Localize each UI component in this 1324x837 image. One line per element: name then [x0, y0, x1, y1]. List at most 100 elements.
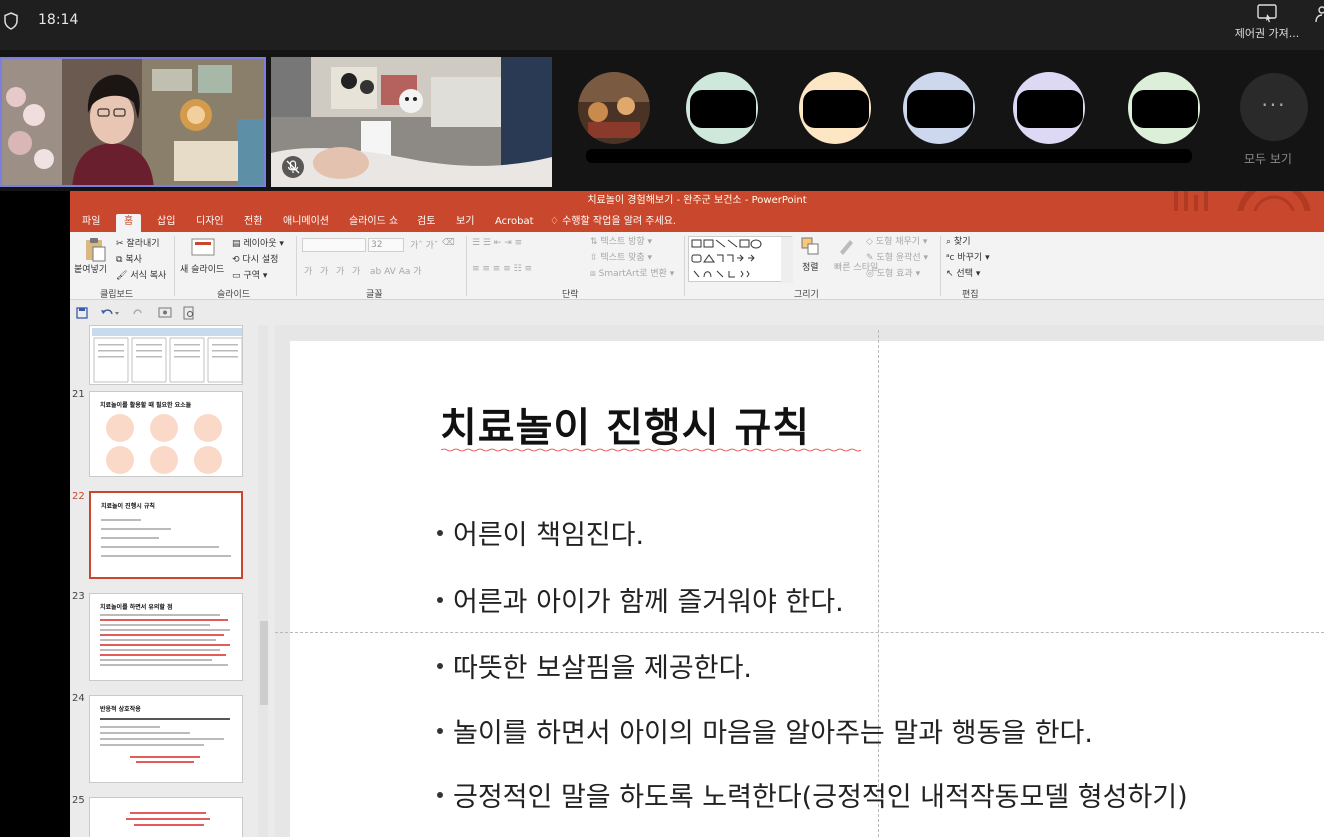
- more-participants-button[interactable]: ···: [1240, 73, 1308, 141]
- ribbon-separator: [296, 236, 297, 296]
- redo-icon[interactable]: [132, 307, 144, 319]
- paste-button[interactable]: 붙여넣기: [74, 262, 107, 275]
- participant-avatar[interactable]: [799, 72, 871, 144]
- strike-button[interactable]: 가: [352, 264, 360, 277]
- find-button[interactable]: ⌕ 찾기: [946, 234, 970, 247]
- arrange-icon[interactable]: [800, 236, 820, 256]
- tab-home[interactable]: 홈: [116, 214, 142, 232]
- thumbnail-line: [100, 624, 210, 626]
- shape-effects-button[interactable]: ◎ 도형 효과 ▾: [866, 266, 920, 279]
- slide-bullet[interactable]: 긍정적인 말을 하도록 노력한다(긍정적인 내적작동모델 형성하기): [437, 775, 1188, 814]
- format-painter-label: 서식 복사: [130, 271, 167, 281]
- slideshow-start-icon[interactable]: [158, 306, 172, 320]
- quick-styles-icon[interactable]: [836, 236, 856, 256]
- bold-button[interactable]: 가: [304, 264, 312, 277]
- participant-avatar[interactable]: [1128, 72, 1200, 144]
- slide-bullet[interactable]: 어른이 책임진다.: [437, 513, 644, 552]
- reset-button[interactable]: ⟲ 다시 설정: [232, 252, 278, 265]
- section-icon: ▭: [232, 271, 241, 281]
- underline-button[interactable]: 가: [336, 264, 344, 277]
- tab-design[interactable]: 디자인: [196, 214, 224, 230]
- smartart-icon: ⧈: [590, 269, 596, 279]
- font-name-field[interactable]: [302, 238, 366, 252]
- slide-thumbnail-23[interactable]: 치료놀이를 하면서 유의할 점: [89, 593, 243, 681]
- slide-bullet[interactable]: 놀이를 하면서 아이의 마음을 알아주는 말과 행동을 한다.: [437, 711, 1093, 750]
- slide-thumbnail-21[interactable]: 치료놀이를 활용할 때 필요한 요소들: [89, 391, 243, 477]
- replace-icon: ᵃc: [946, 253, 955, 263]
- align-text-button[interactable]: ⇳ 텍스트 맞춤 ▾: [590, 250, 652, 263]
- bullet-text: 어른이 책임진다.: [453, 520, 645, 551]
- save-icon[interactable]: [76, 307, 88, 319]
- thumbnail-line: [101, 528, 171, 530]
- shape-outline-button[interactable]: ✎ 도형 윤곽선 ▾: [866, 250, 928, 263]
- participant-video-second[interactable]: [271, 57, 552, 187]
- cut-button[interactable]: ✂ 잘라내기: [116, 236, 160, 249]
- search-icon: ⌕: [946, 237, 952, 247]
- tab-file[interactable]: 파일: [82, 214, 100, 230]
- participant-avatar[interactable]: [1013, 72, 1085, 144]
- clear-format-icon[interactable]: ⌫: [442, 238, 455, 248]
- participant-avatar-photo[interactable]: [578, 72, 650, 144]
- select-button[interactable]: ↖ 선택 ▾: [946, 266, 980, 279]
- new-slide-button[interactable]: 새 슬라이드: [180, 262, 224, 275]
- copy-button[interactable]: ⧉ 복사: [116, 252, 142, 265]
- tell-me-box[interactable]: ♢ 수행할 작업을 알려 주세요.: [550, 214, 676, 230]
- reset-icon: ⟲: [232, 255, 240, 265]
- preview-icon[interactable]: [182, 306, 196, 320]
- thumbnail-scrollbar[interactable]: [258, 325, 268, 837]
- layout-button[interactable]: ▤ 레이아웃 ▾: [232, 236, 284, 249]
- smartart-button[interactable]: ⧈ SmartArt로 변환 ▾: [590, 266, 674, 279]
- italic-button[interactable]: 가: [320, 264, 328, 277]
- slide-bullet[interactable]: 어른과 아이가 함께 즐거워야 한다.: [437, 580, 844, 619]
- take-control-button[interactable]: 제어권 가져...: [1228, 2, 1306, 46]
- bullet-text: 어른과 아이가 함께 즐거워야 한다.: [453, 587, 844, 618]
- undo-icon[interactable]: [100, 307, 120, 319]
- more-participants-label: 모두 보기: [1244, 152, 1292, 166]
- font-size-field[interactable]: 32: [368, 238, 404, 252]
- participant-avatar[interactable]: [903, 72, 975, 144]
- slide-thumbnail-24[interactable]: 반응적 상호작용: [89, 695, 243, 783]
- participant-avatar[interactable]: [686, 72, 758, 144]
- tab-acrobat[interactable]: Acrobat: [495, 214, 534, 230]
- replace-button[interactable]: ᵃc 바꾸기 ▾: [946, 250, 990, 263]
- tab-insert[interactable]: 삽입: [157, 214, 175, 230]
- tab-transitions[interactable]: 전환: [244, 214, 262, 230]
- slide-thumbnail-20[interactable]: [89, 325, 243, 385]
- text-direction-button[interactable]: ⇅ 텍스트 방향 ▾: [590, 234, 652, 247]
- screen: 18:14 제어권 가져... ··· 모두 보기 치료놀이 경험해보기 - 완…: [0, 0, 1324, 837]
- tab-animations[interactable]: 애니메이션: [283, 214, 329, 230]
- slide-bullet[interactable]: 따뜻한 보살핌을 제공한다.: [437, 646, 752, 685]
- slide-number: 24: [72, 693, 85, 704]
- text-direction-icon: ⇅: [590, 237, 598, 247]
- tab-slideshow[interactable]: 슬라이드 쇼: [349, 214, 398, 230]
- slide-thumbnail-22-selected[interactable]: 치료놀이 진행시 규칙: [89, 491, 243, 579]
- arrange-button[interactable]: 정렬: [802, 260, 819, 273]
- slide-title[interactable]: 치료놀이 진행시 규칙: [440, 395, 810, 453]
- shapes-gallery[interactable]: [688, 236, 793, 283]
- ribbon-separator: [174, 236, 175, 296]
- bullets-icons[interactable]: ☰ ☰ ⇤ ⇥ ≡: [472, 238, 522, 248]
- new-slide-icon[interactable]: [190, 236, 216, 260]
- align-icons[interactable]: ≡ ≡ ≡ ≡ ☷ ≡: [472, 264, 532, 274]
- share-icon[interactable]: [1313, 4, 1324, 24]
- font-effects-icons[interactable]: ab AV Aa 가: [370, 264, 422, 277]
- thumbnail-line: [100, 644, 230, 646]
- participant-video-speaker[interactable]: [0, 57, 266, 187]
- take-control-label: 제어권 가져...: [1234, 27, 1300, 40]
- thumbnail-scroll-thumb[interactable]: [260, 621, 268, 705]
- section-button[interactable]: ▭ 구역 ▾: [232, 268, 267, 281]
- thumbnail-line: [136, 761, 194, 763]
- slide-thumbnail-25[interactable]: [89, 797, 243, 837]
- paragraph-group-label: 단락: [562, 290, 579, 300]
- brush-icon: 🖌: [116, 271, 128, 281]
- paste-icon[interactable]: [82, 236, 108, 262]
- tab-review[interactable]: 검토: [417, 214, 435, 230]
- font-group-label: 글꼴: [366, 290, 383, 300]
- slides-group-label: 슬라이드: [217, 290, 251, 300]
- shape-fill-button[interactable]: ◇ 도형 채우기 ▾: [866, 234, 927, 247]
- tab-view[interactable]: 보기: [456, 214, 474, 230]
- thumbnail-title: 치료놀이 진행시 규칙: [101, 503, 155, 510]
- grow-font-icon[interactable]: 가ˆ 가ˇ: [410, 238, 438, 251]
- thumbnail-line: [100, 654, 226, 656]
- format-painter-button[interactable]: 🖌 서식 복사: [116, 268, 166, 281]
